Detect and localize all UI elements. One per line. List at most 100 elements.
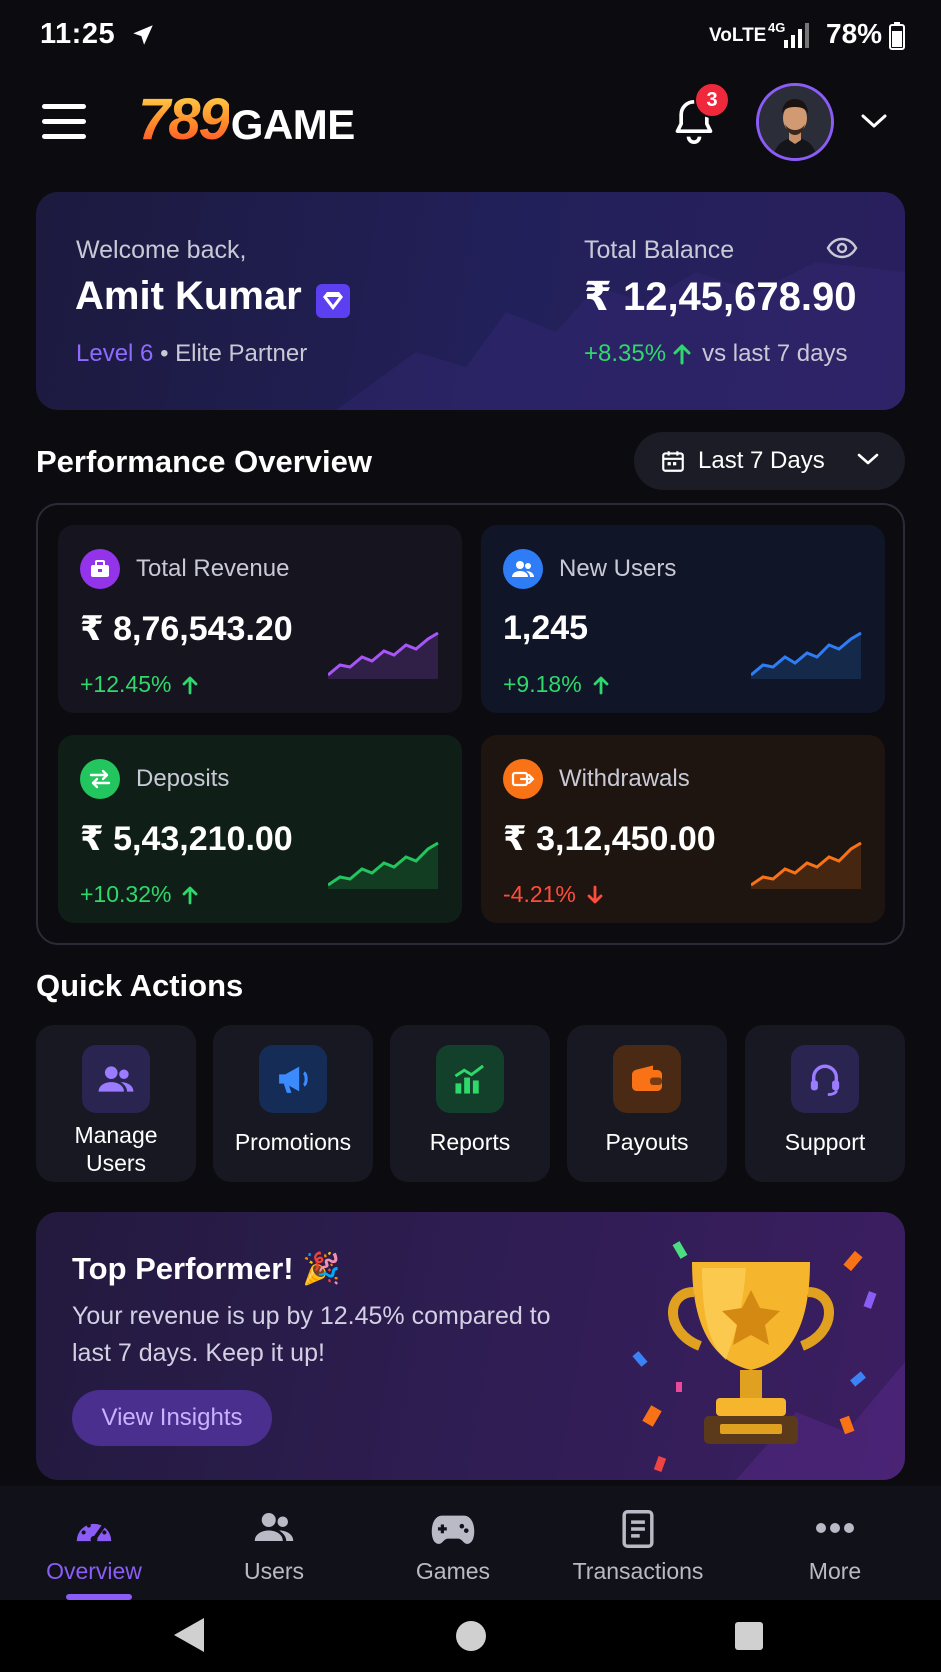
recents-icon[interactable]	[733, 1620, 765, 1652]
stat-title: Withdrawals	[559, 765, 690, 792]
signal-icon	[784, 23, 809, 48]
nav-item-games[interactable]: Games	[363, 1486, 543, 1600]
partner-tier: • Elite Partner	[160, 340, 308, 367]
quick-action-label: Promotions	[234, 1129, 352, 1155]
users-icon	[503, 549, 543, 589]
level-number: Level 6	[76, 340, 154, 367]
user-level: Level 6 • Elite Partner	[76, 340, 307, 368]
balance-label: Total Balance	[584, 236, 735, 264]
status-bar: 11:25 VoLTE 4G 78%	[0, 0, 941, 70]
stat-card-deposits[interactable]: Deposits ₹ 5,43,210.00 +10.32%	[58, 735, 462, 923]
users-icon	[254, 1513, 294, 1541]
performance-title: Performance Overview	[36, 444, 373, 479]
system-navigation-bar	[0, 1600, 941, 1672]
chevron-down-icon	[857, 453, 879, 465]
total-balance: ₹ 12,45,678.90	[584, 275, 857, 319]
headset-icon	[791, 1045, 859, 1113]
more-dots-icon	[816, 1523, 854, 1533]
receipt-icon	[622, 1510, 654, 1548]
logo-word: GAME	[230, 101, 356, 148]
hamburger-menu-icon[interactable]	[42, 104, 86, 140]
stat-value: 1,245	[503, 609, 589, 647]
briefcase-icon	[80, 549, 120, 589]
calendar-icon	[662, 451, 684, 472]
stat-value: ₹ 3,12,450.00	[503, 820, 716, 858]
stat-title: New Users	[559, 555, 677, 582]
stat-card-new-users[interactable]: New Users 1,245 +9.18%	[481, 525, 885, 713]
trend-up-icon	[183, 886, 198, 904]
quick-action-label: Support	[784, 1129, 866, 1155]
balance-change-suffix: vs last 7 days	[702, 340, 848, 367]
trend-up-icon	[183, 676, 198, 694]
eye-icon[interactable]	[826, 236, 858, 260]
gamepad-icon	[431, 1515, 475, 1544]
quick-actions-title: Quick Actions	[36, 968, 244, 1003]
bottom-navigation: Overview Users Games Transactions More	[0, 1486, 941, 1600]
stat-card-withdrawals[interactable]: Withdrawals ₹ 3,12,450.00 -4.21%	[481, 735, 885, 923]
stat-change-value: +10.32%	[80, 881, 172, 907]
sparkline-withdrawals	[751, 841, 862, 889]
quick-action-label: Manage Users	[74, 1122, 158, 1176]
stat-change: +10.32%	[80, 881, 201, 908]
user-name: Amit Kumar	[75, 274, 302, 318]
trophy-icon	[632, 1241, 905, 1480]
chart-icon	[436, 1045, 504, 1113]
quick-action-payouts[interactable]: Payouts	[567, 1025, 727, 1182]
stat-change-value: -4.21%	[503, 881, 576, 907]
stat-title: Deposits	[136, 765, 230, 792]
status-time: 11:25	[40, 18, 116, 50]
promo-title: Top Performer! 🎉	[72, 1251, 341, 1286]
battery-icon	[889, 22, 905, 50]
stat-card-revenue[interactable]: Total Revenue ₹ 8,76,543.20 +12.45%	[58, 525, 462, 713]
stat-change-value: +12.45%	[80, 671, 172, 697]
stat-value: ₹ 8,76,543.20	[80, 610, 293, 648]
volte-indicator: VoLTE	[709, 25, 767, 46]
nav-item-transactions[interactable]: Transactions	[548, 1486, 728, 1600]
nav-label: More	[808, 1558, 862, 1584]
trend-up-icon	[593, 676, 609, 694]
nav-label: Overview	[46, 1558, 142, 1584]
promo-description: Your revenue is up by 12.45% compared to…	[72, 1302, 551, 1367]
profile-photo	[759, 86, 831, 158]
megaphone-icon	[259, 1045, 327, 1113]
notifications-button[interactable]: 3	[672, 82, 730, 146]
top-performer-card: Top Performer! 🎉 Your revenue is up by 1…	[36, 1212, 905, 1480]
home-icon[interactable]	[454, 1619, 488, 1653]
nav-item-users[interactable]: Users	[184, 1486, 364, 1600]
withdraw-icon	[503, 759, 543, 799]
nav-item-overview[interactable]: Overview	[4, 1486, 184, 1600]
balance-change: +8.35% vs last 7 days	[584, 340, 847, 368]
quick-action-label: Reports	[429, 1129, 511, 1155]
logo-number: 789	[138, 87, 231, 152]
stat-title: Total Revenue	[136, 555, 290, 582]
greeting-text: Welcome back,	[76, 236, 247, 264]
dashboard-icon	[76, 1523, 112, 1543]
view-insights-button[interactable]: View Insights	[72, 1390, 272, 1446]
nav-label: Games	[415, 1558, 491, 1584]
transfer-icon	[80, 759, 120, 799]
wallet-icon	[613, 1045, 681, 1113]
location-arrow-icon	[133, 25, 153, 45]
quick-action-label: Payouts	[605, 1129, 689, 1155]
quick-action-support[interactable]: Support	[745, 1025, 905, 1182]
stat-change-value: +9.18%	[503, 671, 582, 697]
nav-label: Transactions	[572, 1558, 704, 1584]
balance-change-value: +8.35%	[584, 340, 667, 367]
sparkline-revenue	[328, 631, 439, 679]
stat-value: ₹ 5,43,210.00	[80, 820, 293, 858]
sparkline-new-users	[751, 631, 862, 679]
quick-action-promotions[interactable]: Promotions	[213, 1025, 373, 1182]
chevron-down-icon[interactable]	[860, 112, 888, 130]
date-range-selector[interactable]: Last 7 Days	[634, 432, 905, 490]
quick-action-manage-users[interactable]: Manage Users	[36, 1025, 196, 1182]
quick-action-reports[interactable]: Reports	[390, 1025, 550, 1182]
nav-item-more[interactable]: More	[745, 1486, 925, 1600]
users-icon	[82, 1045, 150, 1113]
date-range-label: Last 7 Days	[698, 447, 825, 474]
back-icon[interactable]	[172, 1616, 206, 1654]
nav-label: Users	[243, 1558, 305, 1584]
performance-grid: Total Revenue ₹ 8,76,543.20 +12.45% New …	[36, 503, 905, 945]
notification-badge: 3	[694, 82, 730, 118]
diamond-icon	[316, 284, 350, 318]
avatar[interactable]	[756, 83, 834, 161]
